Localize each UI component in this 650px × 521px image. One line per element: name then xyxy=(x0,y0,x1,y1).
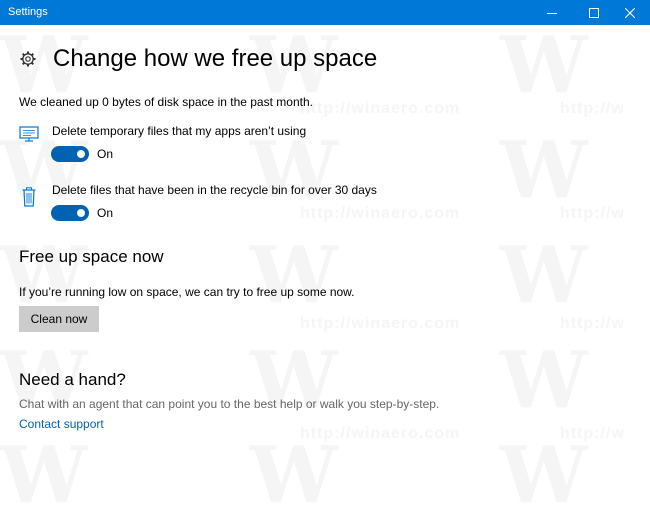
window-title: Settings xyxy=(8,6,48,18)
toggle-knob xyxy=(77,209,85,217)
close-icon xyxy=(625,7,635,18)
recycle-bin-toggle[interactable] xyxy=(51,205,89,221)
recycle-bin-toggle-state: On xyxy=(97,206,114,220)
maximize-button[interactable] xyxy=(574,0,614,25)
temp-files-toggle-state: On xyxy=(97,147,114,161)
gear-icon xyxy=(20,51,36,67)
title-bar: Settings xyxy=(0,0,650,25)
help-section-title: Need a hand? xyxy=(19,370,126,389)
help-description: Chat with an agent that can point you to… xyxy=(19,397,440,411)
temp-files-toggle[interactable] xyxy=(51,146,89,162)
clean-now-button[interactable]: Clean now xyxy=(19,306,99,332)
free-up-section-title: Free up space now xyxy=(19,247,164,266)
minimize-icon xyxy=(547,12,557,14)
monitor-icon xyxy=(19,126,39,142)
page-title: Change how we free up space xyxy=(53,45,378,72)
maximize-icon xyxy=(589,7,599,18)
minimize-button[interactable] xyxy=(532,0,572,25)
contact-support-link[interactable]: Contact support xyxy=(19,417,104,432)
free-up-description: If you’re running low on space, we can t… xyxy=(19,285,355,299)
close-button[interactable] xyxy=(610,0,650,25)
temp-files-label: Delete temporary files that my apps aren… xyxy=(52,124,307,138)
cleanup-summary: We cleaned up 0 bytes of disk space in t… xyxy=(19,95,313,109)
recycle-bin-label: Delete files that have been in the recyc… xyxy=(52,183,377,197)
toggle-knob xyxy=(77,150,85,158)
recycle-bin-icon xyxy=(22,187,36,207)
